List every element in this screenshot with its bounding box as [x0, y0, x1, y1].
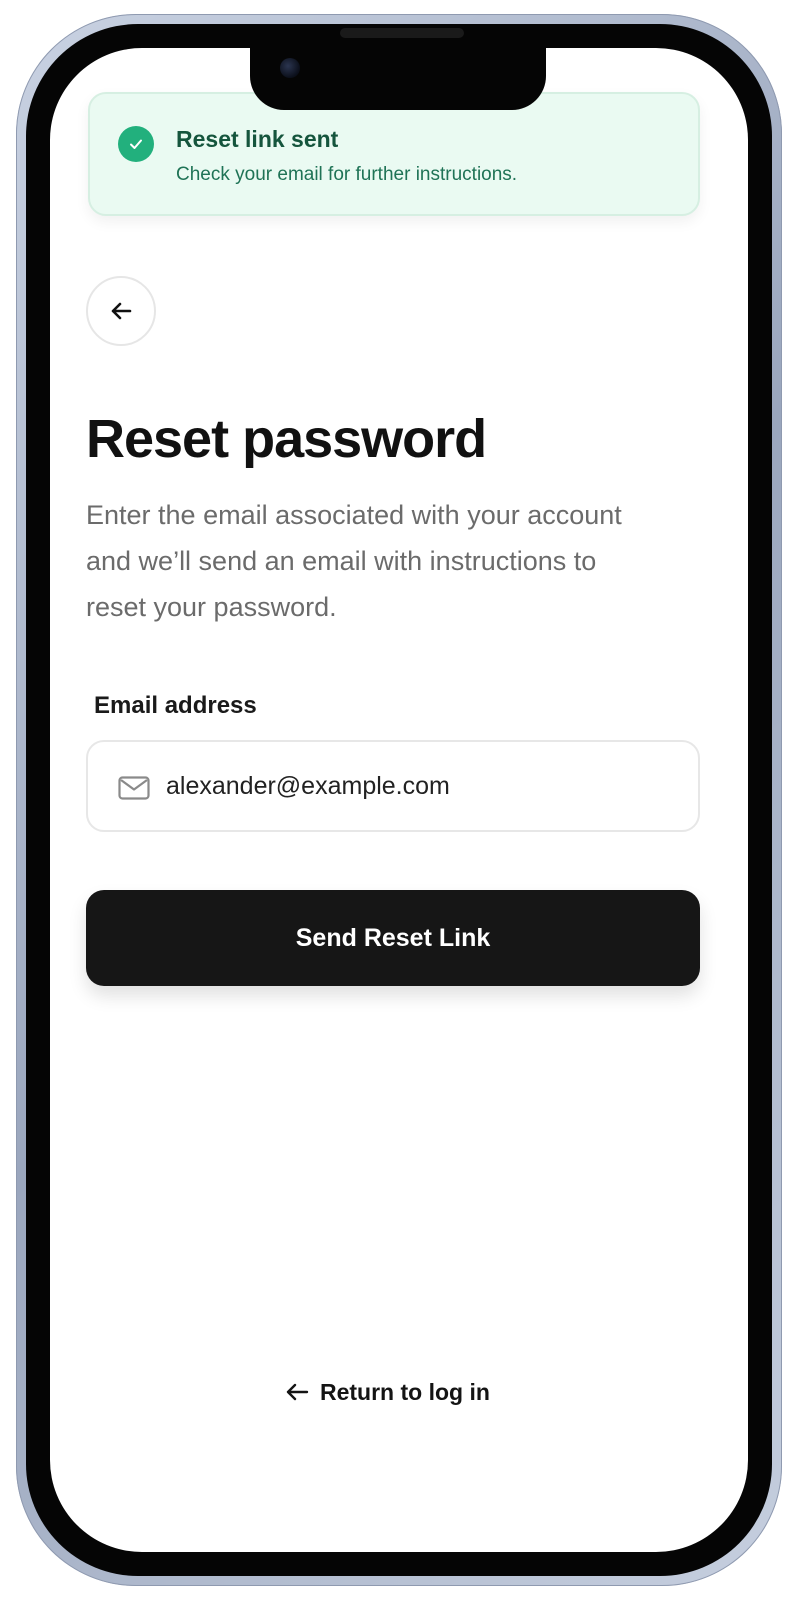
toast-message: Check your email for further instruction…	[176, 164, 518, 185]
page-description: Enter the email associated with your acc…	[86, 500, 622, 622]
return-to-login-label: Return to log in	[320, 1378, 490, 1405]
page-title: Reset password	[86, 409, 487, 469]
email-field[interactable]	[86, 740, 700, 832]
speaker-grille	[340, 28, 464, 38]
send-reset-link-button[interactable]: Send Reset Link	[86, 890, 700, 986]
mail-icon	[118, 776, 150, 800]
success-toast: Reset link sent Check your email for fur…	[88, 92, 700, 216]
arrow-left-icon	[286, 1383, 309, 1401]
toast-title: Reset link sent	[176, 126, 339, 152]
front-camera	[280, 58, 300, 78]
return-to-login-link[interactable]: Return to log in	[284, 1372, 490, 1412]
check-icon	[118, 126, 154, 162]
back-button[interactable]	[86, 276, 156, 346]
email-label: Email address	[94, 692, 257, 719]
arrow-left-icon	[111, 302, 132, 320]
email-input[interactable]	[166, 742, 666, 830]
